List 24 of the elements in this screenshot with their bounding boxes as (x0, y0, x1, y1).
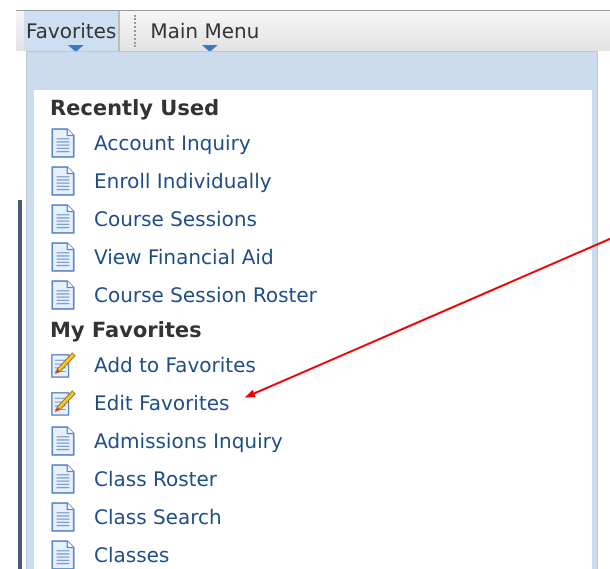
menu-item[interactable]: Classes (94, 543, 170, 567)
menu-tab[interactable]: Favorites (24, 11, 120, 51)
document-icon (50, 464, 76, 494)
section-heading: Recently Used (50, 95, 220, 122)
document-icon (50, 166, 76, 196)
document-icon (50, 128, 76, 158)
menu-item[interactable]: Course Session Roster (94, 283, 317, 307)
menu-item[interactable]: Admissions Inquiry (94, 429, 283, 453)
menu-item[interactable]: Course Sessions (94, 207, 257, 231)
document-icon (50, 426, 76, 456)
pencil-document-icon (50, 350, 76, 380)
menu-item[interactable]: Add to Favorites (94, 353, 256, 377)
section-heading: My Favorites (50, 317, 203, 344)
menu-item[interactable]: Class Roster (94, 467, 217, 491)
menu-item[interactable]: Account Inquiry (94, 131, 251, 155)
document-icon (50, 242, 76, 272)
menu-item[interactable]: Edit Favorites (94, 391, 230, 415)
menu-item[interactable]: Class Search (94, 505, 222, 529)
document-icon (50, 204, 76, 234)
menu-item[interactable]: View Financial Aid (94, 245, 274, 269)
document-icon (50, 280, 76, 310)
document-icon (50, 502, 76, 532)
menu-item[interactable]: Enroll Individually (94, 169, 272, 193)
pencil-document-icon (50, 388, 76, 418)
